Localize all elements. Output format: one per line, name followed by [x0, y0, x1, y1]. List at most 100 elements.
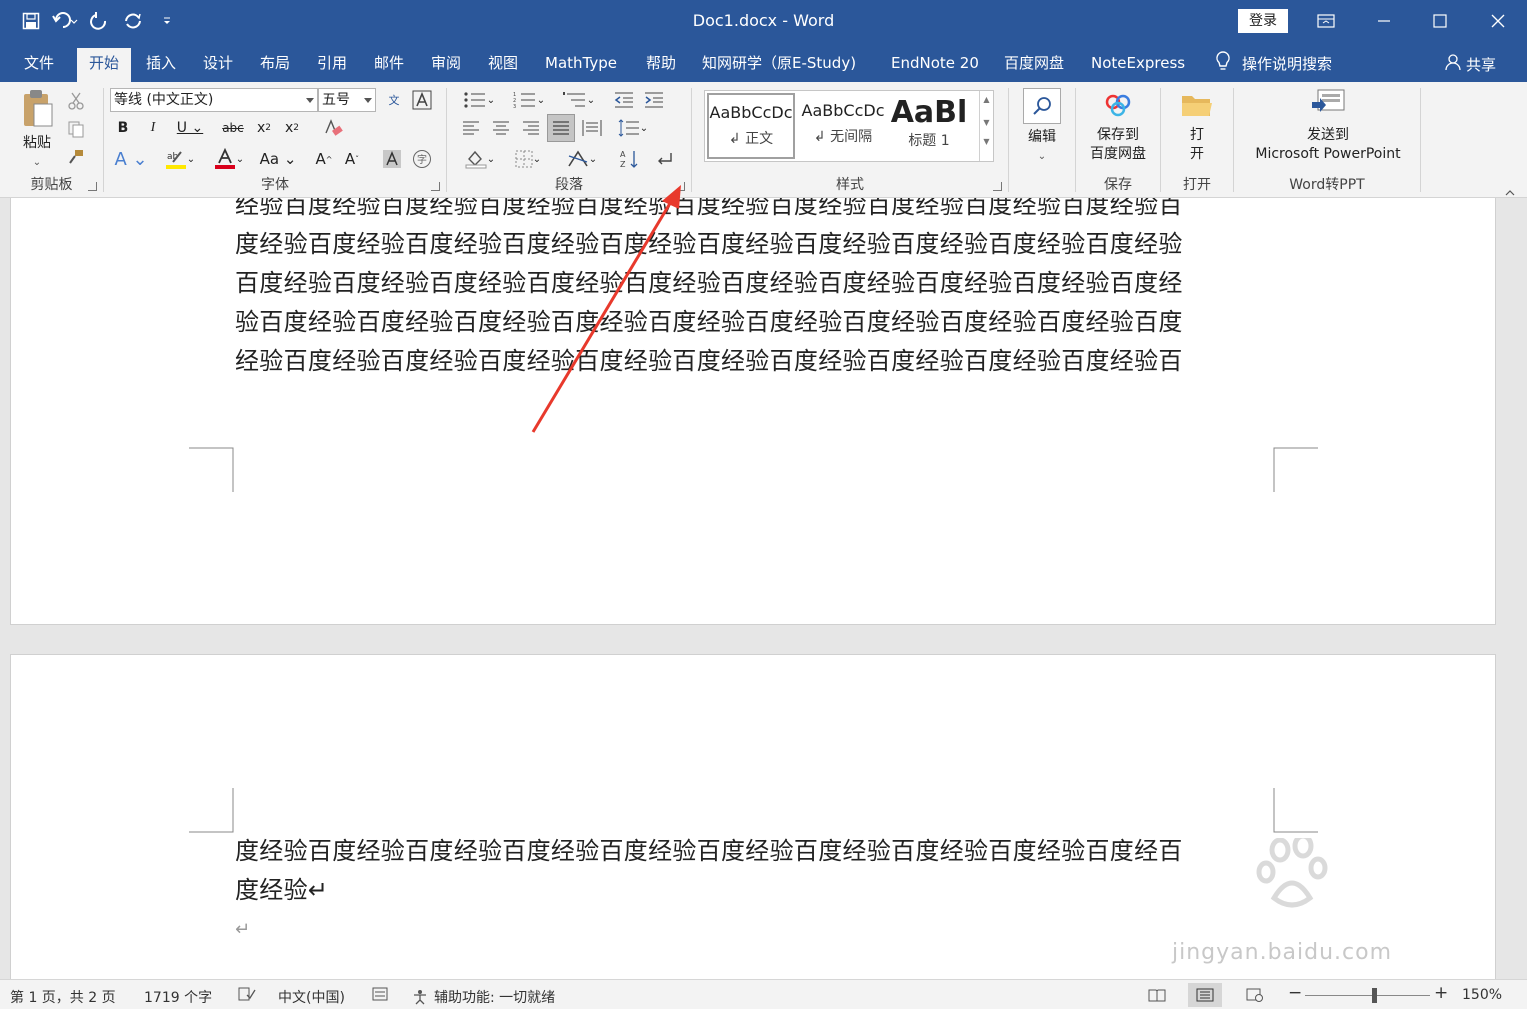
- zoom-level[interactable]: 150%: [1462, 987, 1502, 1003]
- cut-icon[interactable]: [64, 90, 88, 112]
- tab-baidu-netdisk[interactable]: 百度网盘: [992, 50, 1076, 82]
- subscript-icon[interactable]: x2: [252, 116, 276, 140]
- font-name-combo[interactable]: 等线 (中文正文): [110, 88, 318, 112]
- tab-mathtype[interactable]: MathType: [533, 50, 629, 82]
- superscript-icon[interactable]: x2: [280, 116, 304, 140]
- increase-indent-icon[interactable]: [641, 88, 667, 112]
- print-layout-icon[interactable]: [1188, 983, 1222, 1007]
- word-count[interactable]: 1719 个字: [144, 987, 212, 1007]
- font-dialog-launcher[interactable]: [431, 182, 440, 191]
- style-no-spacing[interactable]: AaBbCcDc ↲ 无间隔: [799, 93, 887, 159]
- bold-icon[interactable]: B: [112, 116, 134, 140]
- page-2-text[interactable]: 度经验百度经验百度经验百度经验百度经验百度经验百度经验百度经验百度经验百度经百 …: [235, 832, 1275, 949]
- clipboard-dialog-launcher[interactable]: [88, 182, 97, 191]
- align-left-icon[interactable]: [459, 116, 483, 140]
- decrease-indent-icon[interactable]: [611, 88, 637, 112]
- align-center-icon[interactable]: [489, 116, 513, 140]
- justify-icon[interactable]: [547, 114, 575, 142]
- macro-record-icon[interactable]: [372, 987, 388, 1005]
- web-layout-icon[interactable]: [1238, 983, 1272, 1007]
- tab-references[interactable]: 引用: [305, 50, 359, 82]
- page-1[interactable]: 经验百度经验百度经验百度经验百度经验百度经验百度经验百度经验百度经验百度经验百 …: [10, 198, 1496, 625]
- tab-view[interactable]: 视图: [476, 50, 530, 82]
- clear-formatting-icon[interactable]: [320, 116, 346, 140]
- accessibility-checker[interactable]: 辅助功能: 一切就绪: [412, 987, 555, 1007]
- read-mode-icon[interactable]: [1140, 983, 1174, 1007]
- format-painter-icon[interactable]: [64, 146, 88, 168]
- numbering-icon[interactable]: 1 2 3 ⌄: [507, 88, 551, 112]
- ribbon-display-options-icon[interactable]: [1298, 0, 1354, 42]
- tab-home[interactable]: 开始: [77, 48, 132, 82]
- paragraph-dialog-launcher[interactable]: [676, 182, 685, 191]
- borders-icon[interactable]: ⌄: [507, 146, 549, 172]
- send-to-powerpoint-button[interactable]: 发送到 Microsoft PowerPoint: [1242, 88, 1414, 164]
- proofing-icon[interactable]: [238, 987, 256, 1005]
- multilevel-list-icon[interactable]: ⌄: [557, 88, 601, 112]
- separator: [1008, 88, 1009, 192]
- align-right-icon[interactable]: [519, 116, 543, 140]
- minimize-icon[interactable]: [1356, 0, 1412, 42]
- tab-insert[interactable]: 插入: [134, 50, 188, 82]
- tab-mailings[interactable]: 邮件: [362, 50, 416, 82]
- page-1-text[interactable]: 经验百度经验百度经验百度经验百度经验百度经验百度经验百度经验百度经验百度经验百 …: [235, 198, 1275, 381]
- change-case-icon[interactable]: Aa ⌄: [258, 146, 298, 172]
- tab-estudy[interactable]: 知网研学（原E-Study): [690, 50, 868, 82]
- character-border-icon[interactable]: [410, 88, 434, 112]
- enclose-characters-icon[interactable]: 字: [410, 146, 434, 172]
- style-normal[interactable]: AaBbCcDc ↲ 正文: [707, 93, 795, 159]
- status-bar: 第 1 页，共 2 页 1719 个字 中文(中国) 辅助功能: 一切就绪 − …: [0, 979, 1527, 1009]
- character-shading-icon[interactable]: [380, 146, 404, 172]
- scroll-down-icon[interactable]: ▼: [980, 118, 993, 127]
- open-button[interactable]: 打 开: [1171, 90, 1223, 164]
- gallery-scroll[interactable]: ▲ ▼ ▼: [979, 91, 993, 161]
- language[interactable]: 中文(中国): [278, 987, 345, 1007]
- share-button[interactable]: 共享: [1444, 53, 1496, 75]
- tab-design[interactable]: 设计: [191, 50, 245, 82]
- bullets-icon[interactable]: ⌄: [457, 88, 501, 112]
- tab-endnote[interactable]: EndNote 20: [879, 50, 991, 82]
- strikethrough-icon[interactable]: abc: [220, 116, 246, 140]
- style-heading-1[interactable]: AaBl 标题 1: [889, 93, 969, 159]
- underline-icon[interactable]: U ⌄: [172, 116, 208, 140]
- svg-text:Z: Z: [620, 160, 626, 169]
- login-button[interactable]: 登录: [1238, 9, 1288, 33]
- zoom-slider[interactable]: [1305, 995, 1430, 996]
- editing-button[interactable]: 编辑 ⌄: [1020, 88, 1064, 166]
- zoom-slider-thumb[interactable]: [1372, 988, 1377, 1003]
- highlight-color-icon[interactable]: ab ⌄: [160, 146, 200, 172]
- italic-icon[interactable]: I: [142, 116, 164, 140]
- shrink-font-icon[interactable]: Aˇ: [340, 146, 364, 172]
- text-effects-icon[interactable]: A ⌄: [112, 146, 150, 172]
- shading-icon[interactable]: ⌄: [459, 146, 501, 172]
- styles-dialog-launcher[interactable]: [993, 182, 1002, 191]
- save-to-baidu-button[interactable]: 保存到 百度网盘: [1082, 90, 1154, 164]
- distributed-icon[interactable]: [579, 116, 605, 140]
- zoom-out-icon[interactable]: −: [1288, 983, 1302, 1003]
- chinese-layout-icon[interactable]: ⌄: [561, 146, 603, 172]
- sort-icon[interactable]: AZ: [617, 146, 643, 172]
- tab-file[interactable]: 文件: [12, 50, 66, 82]
- maximize-icon[interactable]: [1412, 0, 1468, 42]
- open-group: 打 开 打开: [1161, 82, 1233, 196]
- tab-review[interactable]: 审阅: [419, 50, 473, 82]
- tell-me-search[interactable]: 操作说明搜索: [1214, 50, 1332, 76]
- font-size-combo[interactable]: 五号: [318, 88, 376, 112]
- phonetic-guide-icon[interactable]: 文: [382, 88, 406, 112]
- grow-font-icon[interactable]: A ^: [312, 146, 336, 172]
- tab-noteexpress[interactable]: NoteExpress: [1079, 50, 1197, 82]
- line-spacing-icon[interactable]: ⌄: [613, 116, 653, 140]
- word-to-ppt-group-label: Word转PPT: [1289, 177, 1365, 193]
- copy-icon[interactable]: [64, 118, 88, 140]
- zoom-in-icon[interactable]: +: [1434, 983, 1448, 1003]
- tab-help[interactable]: 帮助: [634, 50, 688, 82]
- show-paragraph-marks-icon[interactable]: [651, 146, 677, 172]
- close-icon[interactable]: [1470, 0, 1526, 42]
- page-count[interactable]: 第 1 页，共 2 页: [10, 987, 116, 1007]
- separator: [1420, 88, 1421, 192]
- paste-button[interactable]: 粘贴 ⌄: [14, 88, 60, 172]
- font-color-icon[interactable]: ⌄: [208, 146, 250, 172]
- collapse-ribbon-icon[interactable]: [1505, 183, 1515, 196]
- more-styles-icon[interactable]: ▼: [980, 137, 993, 146]
- scroll-up-icon[interactable]: ▲: [980, 95, 993, 104]
- tab-layout[interactable]: 布局: [248, 50, 302, 82]
